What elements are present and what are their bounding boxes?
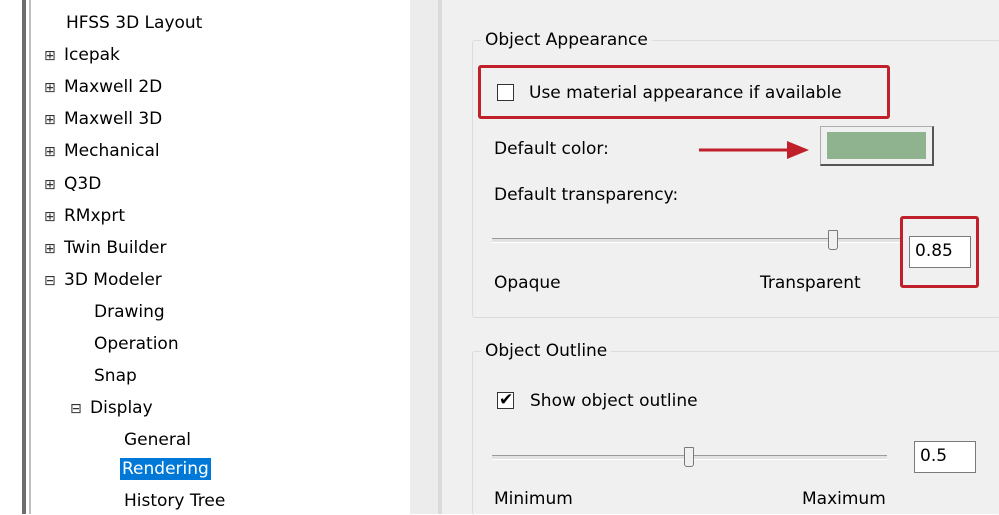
checkmark-icon: ✔: [499, 390, 514, 410]
tree-border: [22, 0, 26, 514]
show-outline-label: Show object outline: [530, 391, 698, 411]
tree-item-rendering[interactable]: Rendering: [120, 455, 211, 483]
tree-item-mechanical[interactable]: ⊞ Mechanical: [44, 137, 162, 165]
tree-item-label: RMxprt: [64, 206, 125, 226]
tree-item-label: Maxwell 3D: [64, 109, 163, 129]
tree-item-label: Display: [90, 398, 153, 418]
default-color-button[interactable]: [820, 126, 934, 166]
tree-item-drawing[interactable]: Drawing: [92, 298, 167, 326]
maximum-label: Maximum: [802, 489, 886, 509]
tree-item-label: Drawing: [94, 302, 165, 322]
tree-item-label: HFSS 3D Layout: [66, 13, 203, 33]
collapse-icon[interactable]: ⊟: [44, 267, 62, 295]
default-color-label: Default color:: [494, 139, 609, 159]
show-outline-checkbox[interactable]: ✔: [497, 390, 514, 410]
object-appearance-title: Object Appearance: [481, 30, 652, 50]
tree-item-label: Icepak: [64, 45, 120, 65]
transparency-slider-thumb[interactable]: [828, 230, 838, 250]
use-material-checkbox[interactable]: [497, 84, 514, 101]
tree-border-inner: [29, 0, 31, 514]
tree-item-operation[interactable]: Operation: [92, 330, 181, 358]
expand-icon[interactable]: ⊞: [44, 235, 62, 263]
transparency-slider-track[interactable]: [492, 238, 902, 243]
expand-icon[interactable]: ⊞: [44, 138, 62, 166]
tree-item-label: History Tree: [124, 491, 226, 511]
tree-item-label: Twin Builder: [64, 238, 167, 258]
outline-value-input[interactable]: 0.5: [914, 441, 976, 473]
tree-item-icepak[interactable]: ⊞ Icepak: [44, 41, 122, 69]
tree-item-q3d[interactable]: ⊞ Q3D: [44, 170, 103, 198]
tree-item-twin-builder[interactable]: ⊞ Twin Builder: [44, 234, 169, 262]
tree-item-label: 3D Modeler: [64, 270, 162, 290]
minimum-label: Minimum: [494, 489, 573, 509]
tree-item-label: Operation: [94, 334, 179, 354]
tree-item-display[interactable]: ⊟ Display: [70, 394, 155, 422]
outline-slider-thumb[interactable]: [684, 447, 694, 467]
tree-item-label: Q3D: [64, 174, 102, 194]
tree-item-label: General: [124, 430, 191, 450]
expand-icon[interactable]: ⊞: [44, 171, 62, 199]
tree-item-label: Mechanical: [64, 141, 160, 161]
pane-splitter[interactable]: [410, 0, 438, 514]
tree-item-general[interactable]: General: [122, 426, 193, 454]
expand-icon[interactable]: ⊞: [44, 74, 62, 102]
tree-item-rmxprt[interactable]: ⊞ RMxprt: [44, 202, 127, 230]
opaque-label: Opaque: [494, 273, 561, 293]
collapse-icon[interactable]: ⊟: [70, 395, 88, 423]
tree-item-label: Snap: [94, 366, 137, 386]
tree-item-maxwell-2d[interactable]: ⊞ Maxwell 2D: [44, 73, 164, 101]
arrow-right-icon: [699, 141, 809, 159]
transparency-value-input[interactable]: 0.85: [909, 236, 971, 268]
object-outline-title: Object Outline: [481, 341, 612, 361]
expand-icon[interactable]: ⊞: [44, 42, 62, 70]
tree-item-label: Rendering: [120, 458, 211, 480]
expand-icon[interactable]: ⊞: [44, 106, 62, 134]
tree-item-3d-modeler[interactable]: ⊟ 3D Modeler: [44, 266, 164, 294]
tree-item-label: Maxwell 2D: [64, 77, 163, 97]
tree-item-snap[interactable]: Snap: [92, 362, 139, 390]
options-tree: HFSS 3D Layout ⊞ Icepak ⊞ Maxwell 2D ⊞ Maxw…: [0, 0, 410, 514]
expand-icon[interactable]: ⊞: [44, 203, 62, 231]
transparent-label: Transparent: [760, 273, 861, 293]
tree-item-maxwell-3d[interactable]: ⊞ Maxwell 3D: [44, 105, 164, 133]
use-material-label: Use material appearance if available: [529, 83, 842, 103]
default-transparency-label: Default transparency:: [494, 185, 679, 205]
tree-item-history-tree[interactable]: History Tree: [122, 487, 227, 515]
tree-item-hfss-3d-layout[interactable]: HFSS 3D Layout: [64, 9, 204, 37]
default-color-swatch: [827, 132, 926, 159]
settings-pane: Object Appearance Use material appearanc…: [442, 0, 999, 515]
